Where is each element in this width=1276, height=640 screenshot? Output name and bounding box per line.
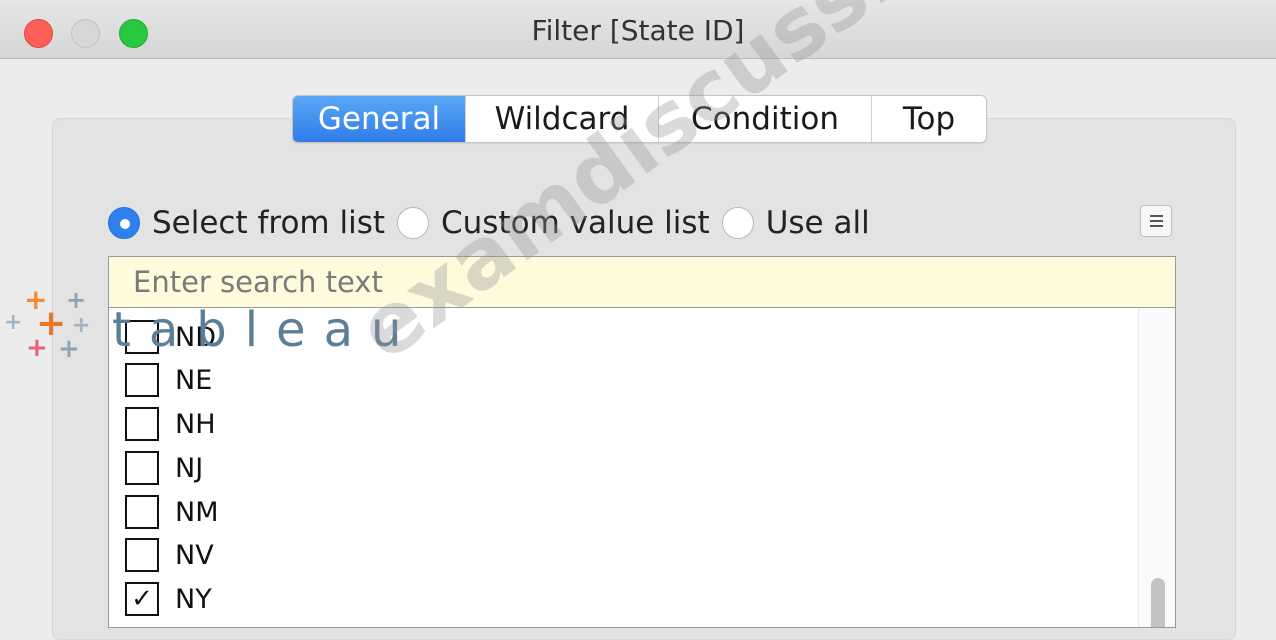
scrollbar-thumb[interactable] [1151,578,1165,627]
list-item[interactable]: NV [125,534,214,576]
tab-wildcard[interactable]: Wildcard [465,96,658,142]
list-item-label: NY [175,583,212,615]
custom-value-list-radio[interactable] [397,207,430,239]
custom-value-list-option[interactable]: Custom value list [397,205,710,241]
checkmark-icon: ✓ [131,584,153,614]
filter-tabs: General Wildcard Condition Top [292,95,987,143]
checkbox[interactable]: ✓ [125,582,159,616]
title-bar: Filter [State ID] [0,0,1276,59]
tableau-wordmark: tableau [112,302,420,358]
list-options-menu-button[interactable] [1140,205,1172,237]
use-all-radio[interactable] [721,207,754,239]
list-item-label: NE [175,364,213,396]
checkbox[interactable] [125,451,159,485]
tab-condition[interactable]: Condition [658,96,871,142]
list-item[interactable]: NE [125,359,212,401]
menu-icon [1150,215,1163,217]
checkbox[interactable] [125,538,159,572]
selection-mode-group: Select from list Custom value list Use a… [108,201,882,245]
list-item[interactable]: ✓ NY [125,578,212,620]
checkbox[interactable] [125,407,159,441]
checkbox[interactable] [125,363,159,397]
search-box [108,256,1176,308]
list-item-label: NV [175,539,214,571]
use-all-option[interactable]: Use all [721,205,870,241]
window-title: Filter [State ID] [531,14,745,47]
list-item-label: NH [175,408,216,440]
list-item[interactable]: NH [125,403,216,445]
custom-value-list-label: Custom value list [441,205,710,241]
tab-general[interactable]: General [293,96,465,142]
list-item-label: NJ [175,452,204,484]
select-from-list-radio[interactable] [108,207,140,239]
select-from-list-option[interactable]: Select from list [108,205,385,241]
use-all-label: Use all [765,205,870,241]
search-input[interactable] [109,257,1175,307]
list-item-label: NM [175,496,219,528]
list-item[interactable]: NJ [125,447,203,489]
checkbox[interactable] [125,495,159,529]
tab-top[interactable]: Top [871,96,986,142]
scrollbar[interactable] [1138,308,1175,627]
list-item[interactable]: NM [125,491,219,533]
select-from-list-label: Select from list [152,205,386,241]
